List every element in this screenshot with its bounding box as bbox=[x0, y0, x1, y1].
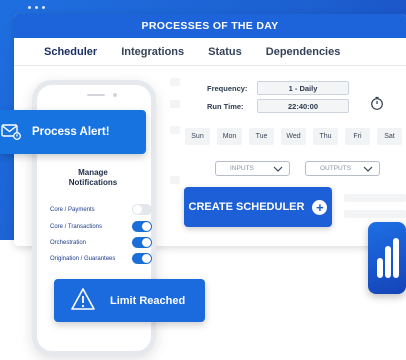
tab-dependencies[interactable]: Dependencies bbox=[266, 46, 341, 58]
chevron-down-icon bbox=[363, 166, 373, 172]
manage-notifications-title: Manage Notifications bbox=[68, 168, 118, 187]
placeholder-row bbox=[170, 78, 180, 86]
day-tue[interactable]: Tue bbox=[249, 128, 274, 145]
runtime-field[interactable]: 22:40:00 bbox=[257, 99, 349, 113]
bar-chart-icon bbox=[368, 222, 406, 294]
tab-bar: Scheduler Integrations Status Dependenci… bbox=[14, 38, 406, 66]
mail-alert-icon bbox=[1, 124, 21, 140]
toggle-label: Origination / Guarantees bbox=[50, 255, 116, 262]
placeholder-row bbox=[344, 210, 406, 218]
day-sat[interactable]: Sat bbox=[377, 128, 402, 145]
limit-reached-banner[interactable]: Limit Reached bbox=[54, 279, 205, 322]
limit-reached-label: Limit Reached bbox=[110, 294, 186, 307]
toggle-label: Orchestration bbox=[50, 239, 87, 246]
stopwatch-icon[interactable] bbox=[370, 96, 384, 110]
tab-integrations[interactable]: Integrations bbox=[121, 46, 184, 58]
outputs-select[interactable]: OUTPUTS bbox=[305, 161, 380, 176]
process-alert-label: Process Alert! bbox=[32, 126, 110, 138]
toggle-switch[interactable] bbox=[132, 253, 152, 264]
day-wed[interactable]: Wed bbox=[281, 128, 306, 145]
toggle-row-core-transactions: Core / Transactions bbox=[50, 221, 152, 232]
toggle-switch[interactable] bbox=[132, 204, 152, 215]
placeholder-row bbox=[170, 176, 180, 184]
plus-icon: + bbox=[312, 199, 328, 215]
inputs-select[interactable]: INPUTS bbox=[215, 161, 290, 176]
day-selector: Sun Mon Tue Wed Thu Fri Sat bbox=[185, 128, 402, 145]
day-fri[interactable]: Fri bbox=[345, 128, 370, 145]
toggle-switch[interactable] bbox=[132, 221, 152, 232]
day-thu[interactable]: Thu bbox=[313, 128, 338, 145]
runtime-label: Run Time: bbox=[207, 101, 244, 111]
toggle-row-orchestration: Orchestration bbox=[50, 237, 152, 248]
runtime-row: Run Time: 22:40:00 bbox=[207, 99, 349, 113]
window-title: PROCESSES OF THE DAY bbox=[14, 14, 406, 38]
toggle-row-origination: Origination / Guarantees bbox=[50, 253, 152, 264]
placeholder-row bbox=[170, 126, 180, 134]
phone-speaker bbox=[87, 94, 105, 96]
frequency-field[interactable]: 1 - Daily bbox=[257, 81, 349, 95]
toggle-label: Core / Payments bbox=[50, 206, 95, 213]
toggle-label: Core / Transactions bbox=[50, 223, 103, 230]
process-alert-banner[interactable]: Process Alert! bbox=[0, 110, 146, 154]
chevron-down-icon bbox=[273, 166, 283, 172]
frequency-label: Frequency: bbox=[207, 83, 248, 93]
toggle-row-core-payments: Core / Payments bbox=[50, 204, 152, 215]
frequency-row: Frequency: 1 - Daily bbox=[207, 81, 349, 95]
day-sun[interactable]: Sun bbox=[185, 128, 210, 145]
outputs-select-label: OUTPUTS bbox=[320, 165, 352, 172]
inputs-select-label: INPUTS bbox=[230, 165, 254, 172]
day-mon[interactable]: Mon bbox=[217, 128, 242, 145]
tab-status[interactable]: Status bbox=[208, 46, 242, 58]
warning-triangle-icon bbox=[71, 288, 95, 310]
placeholder-row bbox=[170, 100, 180, 108]
placeholder-row bbox=[344, 194, 406, 202]
toggle-switch[interactable] bbox=[132, 237, 152, 248]
tab-scheduler[interactable]: Scheduler bbox=[44, 46, 97, 58]
window-dots bbox=[28, 6, 45, 9]
create-scheduler-label: CREATE SCHEDULER bbox=[188, 201, 305, 213]
phone-camera bbox=[113, 93, 117, 97]
create-scheduler-button[interactable]: CREATE SCHEDULER + bbox=[184, 187, 332, 227]
